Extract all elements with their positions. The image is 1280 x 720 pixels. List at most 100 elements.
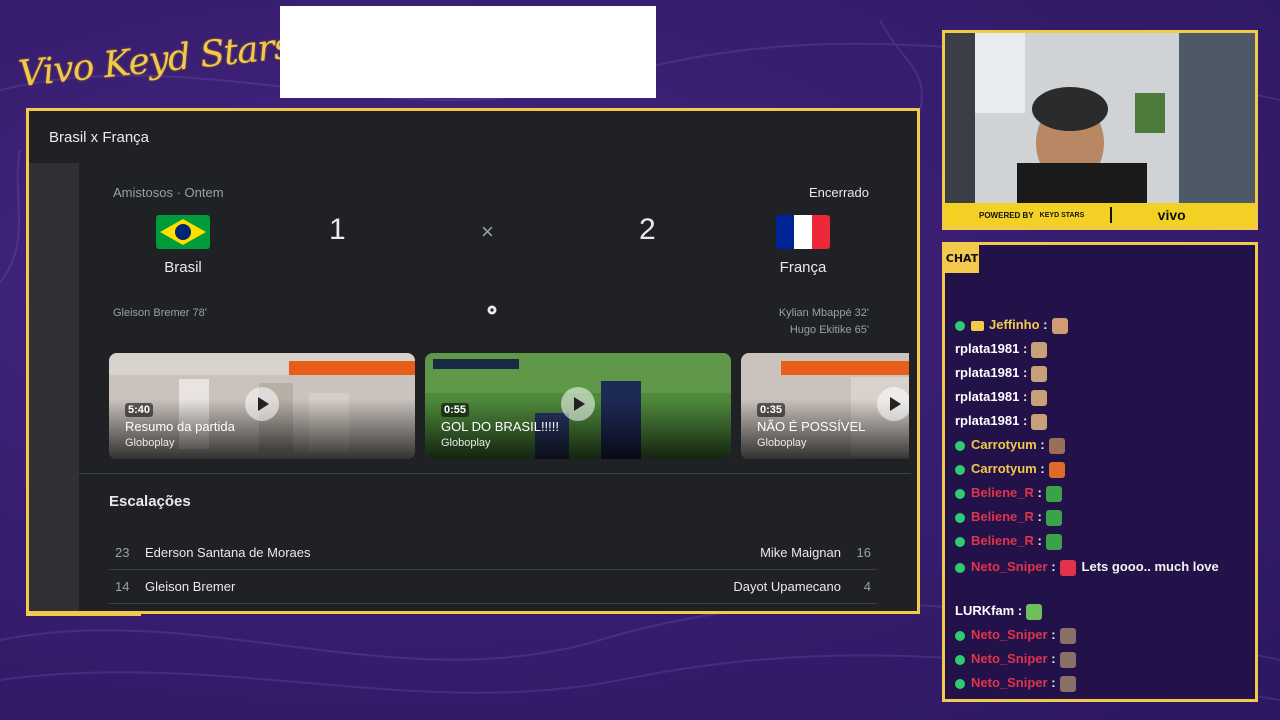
match-date: Ontem: [184, 185, 224, 200]
play-icon: [245, 387, 279, 421]
chat-message: Neto_Sniper :: [955, 675, 1076, 692]
play-icon: [877, 387, 909, 421]
video-card[interactable]: 0:35 NÃO É POSSÍVEL Globoplay: [741, 353, 909, 459]
chat-username[interactable]: Neto_Sniper: [971, 627, 1048, 642]
online-badge-icon: [955, 654, 965, 665]
chat-username[interactable]: Neto_Sniper: [971, 651, 1048, 666]
away-team-name: França: [779, 259, 827, 276]
divider: [79, 473, 911, 474]
chat-separator: :: [1033, 485, 1042, 500]
away-team[interactable]: França: [743, 215, 863, 276]
lineups-title: Escalações: [109, 493, 191, 510]
home-team[interactable]: Brasil: [123, 215, 243, 276]
online-badge-icon: [955, 630, 965, 641]
chat-username[interactable]: Carrotyum: [971, 437, 1037, 452]
sponsor-bar: POWERED BY KEYD STARS vivo: [945, 203, 1255, 227]
chat-username[interactable]: Beliene_R: [971, 533, 1034, 548]
chat-username[interactable]: Beliene_R: [971, 485, 1034, 500]
chat-message: Beliene_R :: [955, 533, 1062, 550]
chat-message: Carrotyum :: [955, 461, 1065, 478]
competition-link[interactable]: Amistosos: [113, 185, 173, 200]
chat-message: rplata1981 :: [955, 413, 1048, 430]
home-player-name: Gleison Bremer: [145, 579, 236, 594]
chat-username[interactable]: Neto_Sniper: [971, 675, 1048, 690]
lineup-row[interactable]: 14 Gleison Bremer Dayot Upamecano 4: [109, 569, 877, 604]
chat-panel: CHAT Jeffinho : rplata1981 : rplata1981 :r…: [942, 242, 1258, 702]
emote-icon: [1031, 413, 1048, 430]
online-badge-icon: [955, 536, 965, 547]
emote-icon: [1031, 365, 1048, 382]
page-title: Brasil x França: [49, 128, 150, 146]
chat-message: LURKfam :: [955, 603, 1043, 620]
chat-text: Lets gooo.. much love: [1081, 559, 1219, 574]
chat-message: Beliene_R :: [955, 509, 1062, 526]
chat-username[interactable]: rplata1981: [955, 389, 1019, 404]
chat-message: Carrotyum :: [955, 437, 1065, 454]
chat-separator: :: [1047, 627, 1056, 642]
chat-message: Jeffinho :: [955, 317, 1068, 334]
match-meta: Amistosos · Ontem: [113, 185, 224, 200]
video-title: NÃO É POSSÍVEL: [757, 419, 866, 434]
chat-separator: :: [1033, 533, 1042, 548]
video-card[interactable]: 5:40 Resumo da partida Globoplay: [109, 353, 415, 459]
sponsor-separator: [1109, 207, 1112, 223]
home-team-name: Brasil: [164, 259, 202, 276]
chat-username[interactable]: Neto_Sniper: [971, 559, 1048, 574]
match-card: Amistosos · Ontem Encerrado Brasil 1 × 2: [79, 163, 911, 611]
emote-icon: [1059, 627, 1076, 644]
chat-message: rplata1981 :: [955, 389, 1048, 406]
video-title: Resumo da partida: [125, 419, 235, 434]
video-carousel: 5:40 Resumo da partida Globoplay 0:55 GO…: [109, 353, 909, 459]
emote-icon: [1059, 559, 1076, 576]
chat-username[interactable]: rplata1981: [955, 365, 1019, 380]
scrollbar[interactable]: [911, 163, 917, 611]
france-flag-icon: [776, 215, 830, 249]
panel-header: Brasil x França: [29, 111, 917, 163]
powered-by-label: POWERED BY: [979, 210, 1034, 220]
away-scorer: Hugo Ekitike 65': [789, 324, 869, 336]
chat-separator: :: [1039, 317, 1048, 332]
frame-decoration: [26, 612, 141, 616]
emote-icon: [1026, 603, 1043, 620]
play-icon: [561, 387, 595, 421]
video-duration: 5:40: [125, 403, 154, 417]
soccer-ball-icon: [487, 305, 497, 315]
home-player-number: 14: [115, 579, 130, 594]
brand-logo: Vivo Keyd Stars: [16, 25, 294, 96]
chat-username[interactable]: rplata1981: [955, 341, 1019, 356]
home-scorer: Gleison Bremer 78': [113, 307, 207, 319]
crown-icon: [971, 320, 984, 331]
away-player-name: Mike Maignan: [760, 545, 841, 560]
away-player-name: Dayot Upamecano: [733, 579, 841, 594]
home-player-number: 23: [115, 545, 130, 560]
chat-separator: :: [1033, 509, 1042, 524]
chat-separator: :: [1019, 341, 1028, 356]
chat-separator: :: [1019, 365, 1028, 380]
chat-username[interactable]: rplata1981: [955, 413, 1019, 428]
chat-message: rplata1981 :: [955, 341, 1048, 358]
left-gutter: [29, 163, 79, 611]
vivo-logo: vivo: [1157, 207, 1186, 223]
chat-username[interactable]: Beliene_R: [971, 509, 1034, 524]
lineup-row[interactable]: 23 Ederson Santana de Moraes Mike Maigna…: [109, 535, 877, 570]
chat-separator: :: [1019, 413, 1028, 428]
video-card[interactable]: 0:55 GOL DO BRASIL!!!!! Globoplay: [425, 353, 731, 459]
match-status: Encerrado: [809, 185, 869, 200]
blank-overlay-box: [280, 6, 656, 98]
online-badge-icon: [955, 320, 965, 331]
online-badge-icon: [955, 678, 965, 689]
chat-separator: :: [1019, 389, 1028, 404]
chat-username[interactable]: Jeffinho: [989, 317, 1040, 332]
chat-username[interactable]: LURKfam: [955, 603, 1014, 618]
meta-separator: ·: [176, 185, 185, 200]
away-player-number: 16: [856, 545, 871, 560]
emote-icon: [1048, 437, 1065, 454]
google-panel: Brasil x França Amistosos · Ontem Encerr…: [26, 108, 920, 614]
emote-icon: [1051, 317, 1068, 334]
chat-username[interactable]: Carrotyum: [971, 461, 1037, 476]
chat-separator: :: [1047, 651, 1056, 666]
video-title: GOL DO BRASIL!!!!!: [441, 419, 559, 434]
emote-icon: [1048, 461, 1065, 478]
chat-message: Neto_Sniper :: [955, 627, 1076, 644]
frame-decoration: [26, 546, 29, 616]
